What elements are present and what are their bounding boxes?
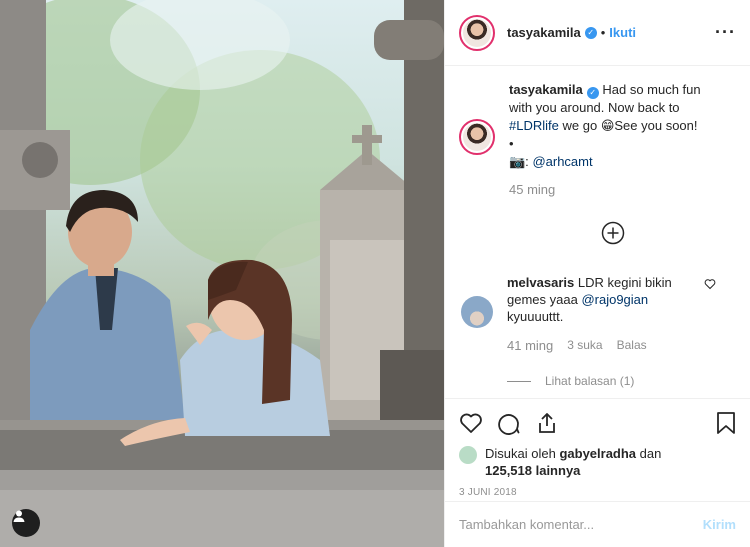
verified-badge-icon: ✓ [584, 26, 597, 39]
caption: tasyakamila ✓ Had so much fun with you ar… [459, 81, 736, 199]
replies-divider [507, 380, 531, 382]
comment-body: melvasaris LDR kegini bikin gemes yaaa @… [507, 274, 703, 354]
photo-illustration [0, 0, 444, 547]
comment-timestamp: 41 ming [507, 338, 554, 353]
send-comment-button[interactable]: Kirim [703, 517, 736, 532]
view-replies-button[interactable]: Lihat balasan (1) [507, 374, 736, 388]
caption-body-after: we go [562, 118, 598, 133]
caption-bullet: • [509, 136, 514, 151]
caption-avatar[interactable] [459, 119, 495, 155]
camera-emoji: 📷: [509, 154, 529, 169]
likes-text: Disukai oleh gabyelradha dan 125,518 lai… [485, 445, 661, 479]
verified-badge-icon: ✓ [586, 87, 599, 99]
more-options-icon[interactable]: ··· [715, 22, 736, 43]
comment-text-end: kyuuuuttt. [507, 309, 564, 324]
view-replies-label: Lihat balasan (1) [545, 374, 635, 388]
caption-timestamp: 45 ming [509, 182, 556, 197]
hashtag-link[interactable]: #LDRlife [509, 118, 559, 133]
post-actions: Disukai oleh gabyelradha dan 125,518 lai… [445, 398, 750, 498]
likes-summary: Disukai oleh gabyelradha dan 125,518 lai… [459, 445, 736, 479]
post-photo[interactable] [0, 0, 444, 547]
comments-section: tasyakamila ✓ Had so much fun with you ar… [445, 67, 750, 397]
caption-username[interactable]: tasyakamila [509, 82, 583, 97]
grin-emoji: 😁 [600, 118, 615, 133]
comment-meta: 41 ming 3 suka Balas [507, 337, 703, 354]
likes-prefix: Disukai oleh [485, 446, 556, 461]
action-bar [459, 407, 736, 439]
post-sidebar: tasyakamila ✓ • Ikuti ··· tasyakamila ✓ H… [444, 0, 750, 547]
like-heart-icon[interactable] [459, 411, 483, 435]
separator-dot: • [600, 25, 606, 40]
caption-text: tasyakamila ✓ Had so much fun with you ar… [509, 81, 727, 199]
comment-like-heart-icon[interactable] [704, 278, 716, 290]
mention-link[interactable]: @arhcamt [532, 154, 592, 169]
load-more-comments-icon[interactable] [601, 221, 625, 245]
follow-button[interactable]: Ikuti [609, 25, 636, 40]
comment-input[interactable] [459, 517, 703, 532]
caption-end: See you soon! [614, 118, 698, 133]
author-avatar[interactable] [459, 14, 495, 51]
liker-avatar[interactable] [459, 446, 477, 464]
bookmark-icon[interactable] [716, 411, 736, 435]
add-comment-bar: Kirim [445, 501, 750, 547]
commenter-username[interactable]: melvasaris [507, 275, 574, 290]
person-icon [13, 510, 25, 522]
reply-button[interactable]: Balas [617, 337, 647, 354]
likes-and: dan [639, 446, 662, 461]
comment-mention-link[interactable]: @rajo9gian [581, 292, 648, 307]
share-icon[interactable] [535, 411, 559, 435]
post-header: tasyakamila ✓ • Ikuti ··· [445, 0, 750, 66]
post-date: 3 JUNI 2018 [459, 487, 517, 498]
liker-username[interactable]: gabyelradha [559, 446, 636, 461]
tagged-users-button[interactable] [12, 509, 40, 537]
comment-likes-count[interactable]: 3 suka [567, 337, 602, 354]
comment-item: melvasaris LDR kegini bikin gemes yaaa @… [459, 274, 736, 354]
likes-count[interactable]: 125,518 lainnya [485, 463, 580, 478]
author-username[interactable]: tasyakamila [507, 25, 581, 40]
commenter-avatar[interactable] [461, 296, 493, 328]
comment-bubble-icon[interactable] [497, 411, 521, 435]
